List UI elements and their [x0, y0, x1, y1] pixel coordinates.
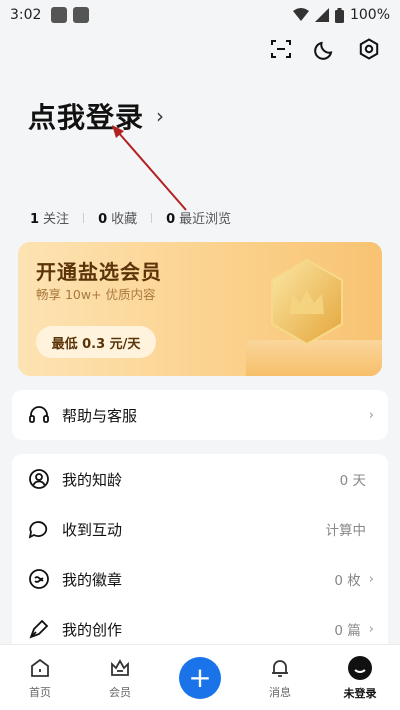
- chevron-right-icon: ›: [368, 571, 374, 587]
- crown-badge-icon: [271, 258, 343, 346]
- notification-icon: [73, 7, 90, 23]
- login-title: 点我登录: [28, 101, 145, 134]
- tab-create[interactable]: +: [160, 645, 240, 710]
- crown-icon: [111, 658, 129, 676]
- menu-item-age[interactable]: 我的知龄 0 天: [12, 454, 388, 504]
- chevron-right-icon: ›: [368, 407, 374, 423]
- chevron-right-icon: ›: [156, 104, 165, 128]
- header-actions: [268, 36, 382, 62]
- bottom-tab-bar: 首页 会员 + 消息 未登录: [0, 644, 400, 710]
- battery-level: 100%: [349, 7, 390, 23]
- vip-subtitle: 畅享 10w+ 优质内容: [36, 287, 156, 302]
- moon-icon[interactable]: [312, 36, 338, 62]
- profile-menu-card: 我的知龄 0 天 收到互动 计算中 我的徽章 0 枚 › 我的创作 0 篇 ›: [12, 454, 388, 664]
- chat-icon: [28, 518, 50, 540]
- avatar-icon: [348, 655, 372, 680]
- tab-messages[interactable]: 消息: [240, 645, 320, 710]
- status-time: 3:02: [10, 7, 42, 23]
- plus-icon: +: [179, 656, 221, 699]
- help-label: 帮助与客服: [62, 406, 138, 425]
- tab-home[interactable]: 首页: [0, 645, 80, 710]
- tab-vip[interactable]: 会员: [80, 645, 160, 710]
- notification-icon: [51, 7, 68, 23]
- divider: [83, 212, 85, 223]
- wifi-icon: [292, 8, 309, 21]
- gear-icon[interactable]: [356, 36, 382, 62]
- bell-icon: [272, 659, 288, 677]
- vip-banner[interactable]: 开通盐选会员 畅享 10w+ 优质内容 最低 0.3 元/天: [18, 242, 382, 376]
- menu-item-badges[interactable]: 我的徽章 0 枚 ›: [12, 554, 388, 604]
- menu-item-interactions[interactable]: 收到互动 计算中: [12, 504, 388, 554]
- tab-profile[interactable]: 未登录: [320, 645, 400, 710]
- stat-favorites[interactable]: 0 收藏: [98, 208, 137, 227]
- stat-recent[interactable]: 0 最近浏览: [166, 208, 231, 227]
- headset-icon: [28, 404, 50, 426]
- pen-icon: [28, 618, 50, 640]
- home-icon: [31, 658, 49, 677]
- help-card: 帮助与客服 ›: [12, 390, 388, 440]
- user-circle-icon: [28, 468, 50, 490]
- stats-row: 1 关注 0 收藏 0 最近浏览: [30, 208, 231, 227]
- badge-icon: [28, 568, 50, 590]
- divider: [151, 212, 153, 223]
- chevron-right-icon: ›: [368, 621, 374, 637]
- help-row[interactable]: 帮助与客服 ›: [12, 390, 388, 440]
- scan-icon[interactable]: [268, 36, 294, 62]
- battery-icon: [334, 7, 344, 23]
- status-bar: 3:02 100%: [0, 0, 400, 30]
- login-link[interactable]: 点我登录 ›: [28, 96, 164, 136]
- signal-icon: [314, 8, 329, 22]
- stat-following[interactable]: 1 关注: [30, 208, 69, 227]
- vip-title: 开通盐选会员: [36, 260, 162, 284]
- vip-price-button[interactable]: 最低 0.3 元/天: [36, 326, 156, 358]
